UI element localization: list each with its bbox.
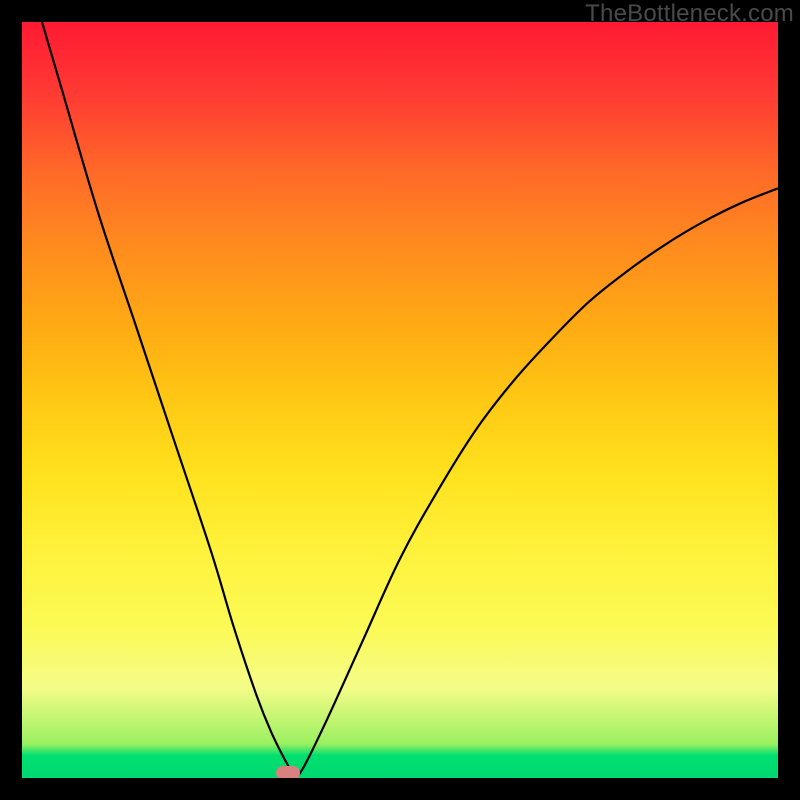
bottleneck-curve [22,22,778,778]
optimal-point-marker [276,766,300,778]
watermark-text: TheBottleneck.com [585,0,794,28]
chart-area [22,22,778,778]
